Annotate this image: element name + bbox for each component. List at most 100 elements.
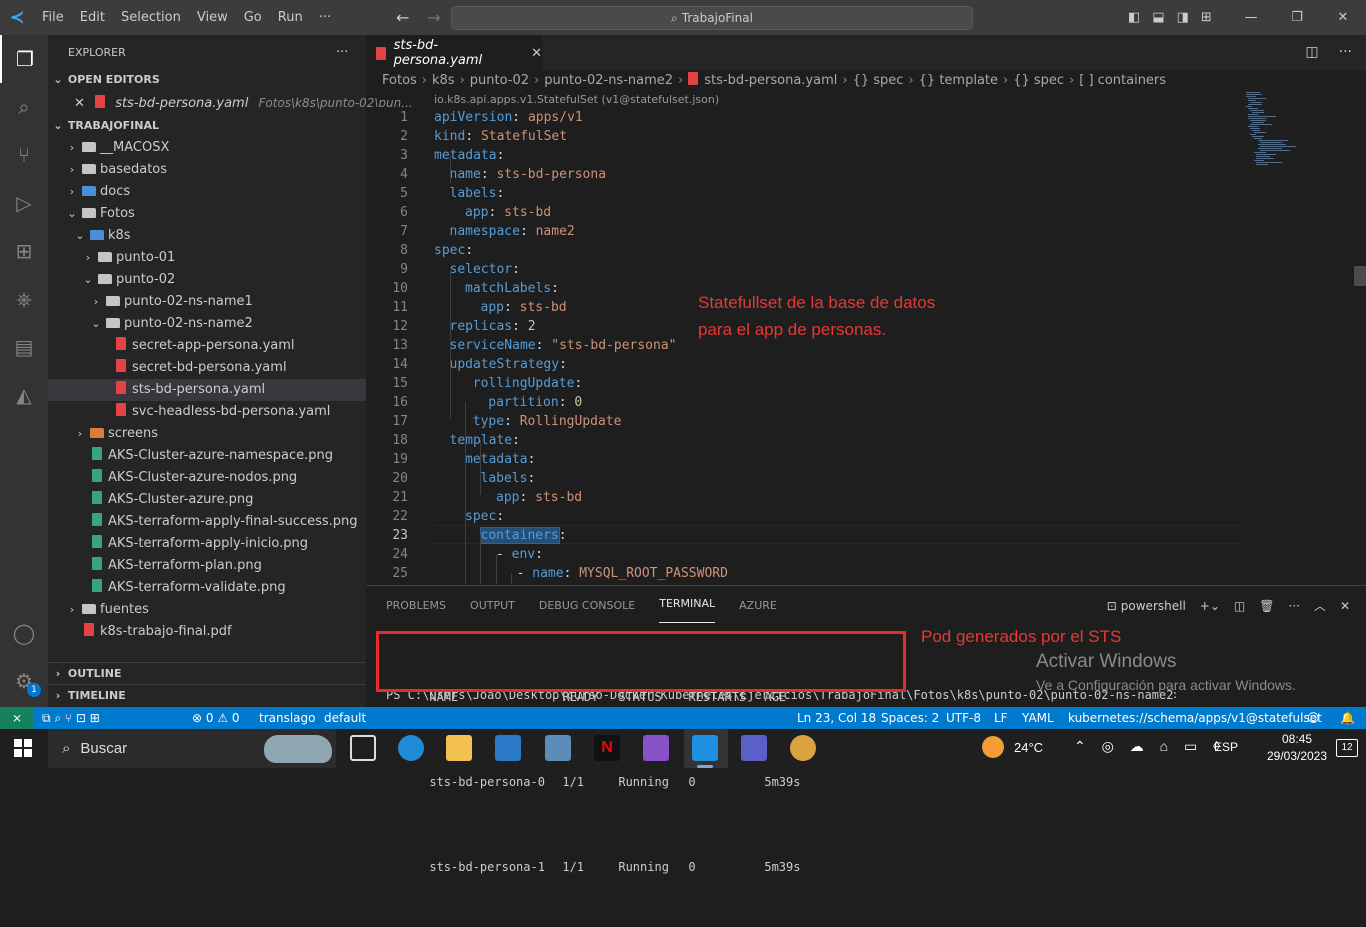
tree-item[interactable]: AKS-terraform-plan.png [48,555,366,577]
editor-tab[interactable]: sts-bd-persona.yaml ✕ [366,35,542,70]
language-mode[interactable]: YAML [1022,707,1054,729]
customize-layout-icon[interactable]: ⊞ [1201,10,1212,25]
tree-item[interactable]: › punto-02-ns-name1 [48,291,366,313]
open-editors-header[interactable]: ⌄ OPEN EDITORS [48,69,366,91]
tree-item[interactable]: svc-headless-bd-persona.yaml [48,401,366,423]
azure-data-studio-icon[interactable] [545,735,571,761]
outline-header[interactable]: › OUTLINE [48,662,366,684]
tree-item[interactable]: sts-bd-persona.yaml [48,379,366,401]
tab-azure[interactable]: AZURE [739,586,777,626]
azure-icon[interactable]: ◭ [0,371,48,419]
new-terminal-icon[interactable]: +⌄ [1200,586,1220,626]
visual-studio-icon[interactable] [643,735,669,761]
shell-label[interactable]: powershell [1121,586,1186,626]
tree-item[interactable]: › screens [48,423,366,445]
windows-start-icon[interactable] [14,739,32,757]
menu-view[interactable]: View [189,0,236,35]
tree-item[interactable]: AKS-terraform-apply-inicio.png [48,533,366,555]
split-editor-icon[interactable]: ◫ [1305,35,1318,70]
cursor-position[interactable]: Ln 23, Col 18 [797,707,876,729]
tree-item[interactable]: ⌄ k8s [48,225,366,247]
tree-item[interactable]: AKS-Cluster-azure-nodos.png [48,467,366,489]
teams-icon[interactable] [741,735,767,761]
close-editor-icon[interactable]: ✕ [74,96,85,111]
notifications-icon[interactable]: 12 [1336,739,1358,757]
account-indicator[interactable]: translago [259,707,316,729]
indentation[interactable]: Spaces: 2 [881,707,939,729]
vscode-taskbar-icon[interactable] [692,735,718,761]
menu-more[interactable]: ··· [311,0,339,35]
panel-more-icon[interactable]: ··· [1288,586,1299,626]
editor-scrollbar[interactable] [1354,266,1366,286]
tree-item[interactable]: k8s-trabajo-final.pdf [48,621,366,643]
tree-item[interactable]: › basedatos [48,159,366,181]
tree-item[interactable]: AKS-terraform-apply-final-success.png [48,511,366,533]
tree-item[interactable]: › __MACOSX [48,137,366,159]
feedback-icon[interactable]: ☺ [1307,707,1320,729]
tree-item[interactable]: › punto-01 [48,247,366,269]
weather-temp[interactable]: 24°C [1014,740,1043,755]
extensions-icon[interactable]: ⊞ [0,227,48,275]
problems-indicator[interactable]: ⊗ 0 ⚠ 0 [192,707,240,729]
search-icon[interactable]: ⌕ [0,83,48,131]
trash-icon[interactable]: 🗑 [1259,586,1274,626]
menu-file[interactable]: File [34,0,72,35]
open-editor-item[interactable]: ✕ sts-bd-persona.yaml Fotos\k8s\punto-02… [48,92,413,114]
minimize-icon[interactable]: — [1228,0,1274,35]
editor-more-icon[interactable]: ··· [1339,35,1352,70]
clock-time[interactable]: 08:45 [1262,732,1332,746]
status-icons[interactable]: ⧉ ⌕ ⑂ ⊡ ⊞ [42,707,100,729]
toggle-panel-icon[interactable]: ⬓ [1152,10,1164,25]
workspace-header[interactable]: ⌄ TRABAJOFINAL [48,115,366,137]
forward-arrow-icon[interactable]: → [427,8,440,27]
breadcrumb-item[interactable]: {} spec [853,73,904,88]
breadcrumb-item[interactable]: punto-02-ns-name2 [544,73,673,88]
run-debug-icon[interactable]: ▷ [0,179,48,227]
explorer-icon[interactable]: ❐ [0,35,48,83]
encoding[interactable]: UTF-8 [946,707,981,729]
breadcrumb-item[interactable]: [ ] containers [1079,73,1166,88]
close-tab-icon[interactable]: ✕ [531,46,542,61]
minimap[interactable] [1240,90,1350,180]
tree-item[interactable]: › docs [48,181,366,203]
accounts-icon[interactable]: ◯ [0,609,48,657]
tree-item[interactable]: AKS-Cluster-azure.png [48,489,366,511]
tree-item[interactable]: ⌄ punto-02 [48,269,366,291]
end-of-line[interactable]: LF [994,707,1008,729]
manage-gear-icon[interactable]: ⚙ [0,657,48,705]
tab-terminal[interactable]: TERMINAL [659,586,716,623]
toggle-secondary-sidebar-icon[interactable]: ◨ [1177,10,1189,25]
breadcrumb-item[interactable]: Fotos [382,73,417,88]
tab-problems[interactable]: PROBLEMS [386,586,446,626]
breadcrumb-item[interactable]: {} spec [1013,73,1064,88]
tree-item[interactable]: secret-bd-persona.yaml [48,357,366,379]
menu-go[interactable]: Go [236,0,270,35]
breadcrumb-item[interactable]: k8s [432,73,455,88]
source-control-icon[interactable]: ⑂ [0,131,48,179]
keyboard-language[interactable]: ESP [1214,740,1238,754]
kubernetes-icon[interactable]: ⎈ [0,275,48,323]
split-terminal-icon[interactable]: ◫ [1234,586,1245,626]
code-editor[interactable]: 1 apiVersion: apps/v1 2 kind: StatefulSet 3 m… [366,107,1366,585]
breadcrumb-item[interactable]: sts-bd-persona.yaml [704,73,837,88]
task-view-icon[interactable] [350,735,376,761]
maximize-panel-icon[interactable]: ︿ [1314,586,1326,626]
close-panel-icon[interactable]: ✕ [1340,586,1350,626]
yaml-schema[interactable]: kubernetes://schema/apps/v1@statefulset [1068,707,1322,729]
tray-icons[interactable]: ⌃ ◎ ☁ ⌂ ▭ ◊ [1074,738,1226,755]
tree-item[interactable]: ⌄ punto-02-ns-name2 [48,313,366,335]
tab-output[interactable]: OUTPUT [470,586,515,626]
tab-debug-console[interactable]: DEBUG CONSOLE [539,586,635,626]
edge-icon[interactable] [398,735,424,761]
breadcrumb-item[interactable]: {} template [919,73,998,88]
restore-icon[interactable]: ❐ [1274,0,1320,35]
tree-item[interactable]: secret-app-persona.yaml [48,335,366,357]
timeline-header[interactable]: › TIMELINE [48,684,366,706]
namespace-indicator[interactable]: default [324,707,366,729]
toggle-sidebar-icon[interactable]: ◧ [1128,10,1140,25]
notifications-bell-icon[interactable]: 🔔 [1340,707,1355,729]
netflix-icon[interactable]: N [594,735,620,761]
weather-icon[interactable] [982,736,1004,758]
tree-item[interactable]: AKS-Cluster-azure-namespace.png [48,445,366,467]
menu-selection[interactable]: Selection [113,0,189,35]
